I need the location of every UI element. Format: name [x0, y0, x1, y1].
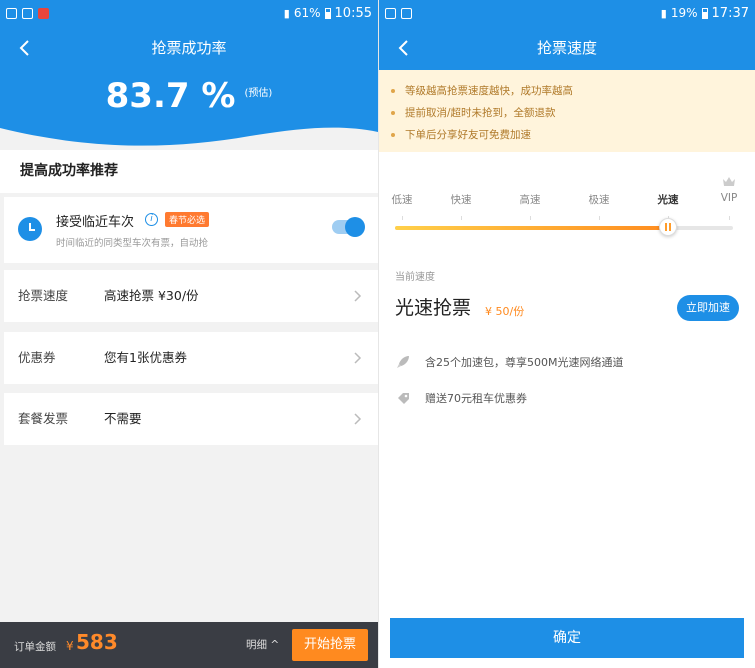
rocket-icon	[397, 356, 409, 368]
row-label: 套餐发票	[18, 411, 69, 426]
perk-item: 含25个加速包，尊享500M光速网络通道	[395, 352, 623, 372]
slider-tick	[530, 216, 531, 220]
slider-tick	[461, 216, 462, 220]
toggle-knob	[345, 217, 365, 237]
crown-icon	[723, 177, 735, 186]
festival-tag: 春节必选	[165, 212, 210, 227]
speed-level-vip[interactable]: VIP	[721, 192, 738, 204]
current-speed-value: 光速抢票	[395, 297, 472, 319]
nav-bar: 抢票速度	[379, 26, 755, 70]
row-label: 优惠券	[18, 350, 56, 365]
status-bar: ▮ 61% 10:55	[0, 0, 378, 26]
speed-level-extreme[interactable]: 极速	[589, 192, 610, 207]
gallery-icon	[385, 7, 396, 19]
speed-level-labels: 低速 快速 高速 极速 光速 VIP	[379, 192, 755, 208]
row-value: 高速抢票 ¥30/份	[104, 288, 199, 303]
speed-slider-handle[interactable]	[659, 218, 677, 236]
accept-nearby-title: 接受临近车次	[56, 215, 135, 230]
page-title: 抢票成功率	[151, 39, 227, 57]
nav-bar: 抢票成功率	[0, 26, 378, 70]
status-bar: ▮ 19% 17:37	[379, 0, 755, 26]
row-value: 不需要	[104, 411, 142, 426]
wave-decoration	[0, 127, 378, 150]
detail-toggle[interactable]: 明细 ^	[246, 637, 279, 652]
row-value: 您有1张优惠券	[104, 350, 187, 365]
notice-text: 提前取消/超时未抢到，全额退款	[405, 107, 556, 119]
speed-level-light[interactable]: 光速	[658, 192, 679, 207]
speed-level-low[interactable]: 低速	[392, 192, 413, 207]
section-title: 提高成功率推荐	[0, 150, 378, 193]
notice-item: 等级越高抢票速度越快，成功率越高	[391, 80, 755, 102]
accept-nearby-trains-card: 接受临近车次 i 春节必选 时间临近的同类型车次有票，自动抢	[4, 197, 378, 263]
slider-tick	[729, 216, 730, 220]
order-amount: 583	[76, 630, 118, 654]
upgrade-now-button[interactable]: 立即加速	[677, 295, 739, 321]
success-rate-screen: ▮ 61% 10:55 抢票成功率 83.7 % (预估) 提高成功率推荐 接受…	[0, 0, 378, 668]
order-bottom-bar: 订单金额 ¥ 583 明细 ^ 开始抢票	[0, 622, 378, 668]
clock-time: 10:55	[334, 5, 372, 21]
signal-icon: ▮	[660, 6, 667, 20]
page-title: 抢票速度	[536, 39, 597, 57]
grab-speed-screen: ▮ 19% 17:37 抢票速度 等级越高抢票速度越快，成功率越高 提前取消/超…	[378, 0, 755, 668]
notification-icon	[6, 7, 17, 19]
perk-text: 含25个加速包，尊享500M光速网络通道	[425, 356, 624, 369]
accept-nearby-subtitle: 时间临近的同类型车次有票，自动抢	[56, 238, 209, 249]
order-amount-label: 订单金额	[14, 641, 56, 653]
speed-slider-fill	[395, 226, 668, 230]
speed-notice-banner: 等级越高抢票速度越快，成功率越高 提前取消/超时未抢到，全额退款 下单后分享好友…	[379, 70, 755, 152]
bullet-icon	[391, 133, 395, 137]
speed-slider[interactable]	[395, 218, 733, 236]
clock-icon	[18, 217, 42, 241]
confirm-button[interactable]: 确定	[390, 618, 744, 658]
current-speed-price: ¥ 50/份	[485, 305, 525, 318]
notice-text: 等级越高抢票速度越快，成功率越高	[405, 85, 573, 97]
signal-icon: ▮	[283, 6, 290, 20]
perk-item: 赠送70元租车优惠券	[395, 388, 527, 408]
battery-percent: 19%	[670, 6, 698, 20]
slider-ticks	[379, 216, 755, 220]
speed-level-high[interactable]: 高速	[520, 192, 541, 207]
bullet-icon	[391, 111, 395, 115]
speed-row[interactable]: 抢票速度 高速抢票 ¥30/份	[4, 270, 378, 322]
speed-level-fast[interactable]: 快速	[451, 192, 472, 207]
battery-percent: 61%	[293, 6, 321, 20]
notice-text: 下单后分享好友可免费加速	[405, 129, 531, 141]
slider-tick	[599, 216, 600, 220]
slider-tick	[402, 216, 403, 220]
success-rate-hero: 83.7 % (预估)	[0, 70, 378, 150]
chevron-right-icon	[354, 290, 362, 302]
currency-symbol: ¥	[66, 639, 74, 653]
coupon-row[interactable]: 优惠券 您有1张优惠券	[4, 332, 378, 384]
info-icon[interactable]: i	[145, 213, 158, 226]
message-icon	[401, 7, 412, 19]
bullet-icon	[391, 89, 395, 93]
app-notification-icon	[38, 7, 49, 19]
row-label: 抢票速度	[18, 288, 69, 303]
clock-time: 17:37	[711, 5, 749, 21]
estimate-note: (预估)	[244, 88, 273, 99]
battery-icon	[324, 7, 331, 19]
gallery-icon	[22, 7, 33, 19]
notice-item: 提前取消/超时未抢到，全额退款	[391, 102, 755, 124]
accept-nearby-toggle[interactable]	[332, 217, 365, 237]
chevron-right-icon	[354, 413, 362, 425]
current-speed-label: 当前速度	[395, 272, 435, 283]
invoice-row[interactable]: 套餐发票 不需要	[4, 393, 378, 445]
notice-item: 下单后分享好友可免费加速	[391, 124, 755, 146]
coupon-icon	[398, 393, 409, 404]
chevron-right-icon	[354, 352, 362, 364]
start-grab-button[interactable]: 开始抢票	[292, 629, 368, 661]
battery-icon	[701, 7, 708, 19]
perk-text: 赠送70元租车优惠券	[425, 392, 527, 405]
